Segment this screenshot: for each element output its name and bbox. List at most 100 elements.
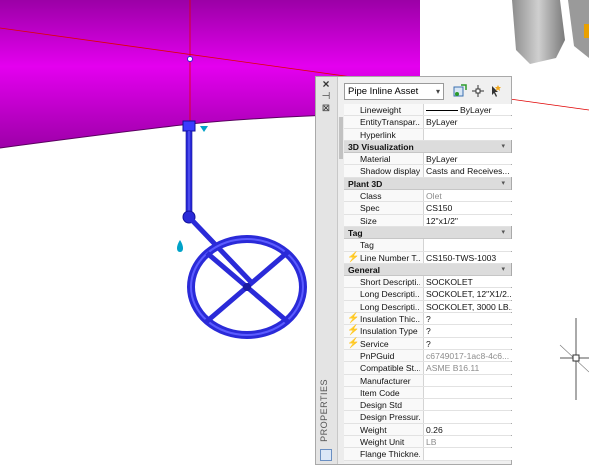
grip-triangle-icon[interactable]	[200, 126, 208, 132]
property-row[interactable]: Class Olet	[344, 190, 512, 203]
palette-titlebar[interactable]: × ⊣ ⊠ PROPERTIES	[316, 77, 338, 464]
toggle-pickadd-icon[interactable]	[453, 84, 467, 98]
property-value[interactable]: SOCKOLET	[423, 276, 512, 288]
grey-fitting[interactable]	[512, 0, 565, 64]
property-value[interactable]: Casts and Receives...	[423, 165, 512, 177]
property-value-text: 0.26	[426, 424, 443, 435]
property-value[interactable]: ByLayer	[423, 116, 512, 128]
property-label: Material	[360, 154, 391, 165]
property-row[interactable]: Long Descripti... SOCKOLET, 12"X1/2...	[344, 288, 512, 301]
property-value-text: ?	[426, 338, 431, 349]
grip-drop-icon[interactable]	[177, 240, 183, 252]
property-label: Spec	[360, 203, 380, 214]
property-row[interactable]: Hyperlink	[344, 128, 512, 141]
property-value-text: ?	[426, 314, 431, 325]
category-header[interactable]: 3D Visualization ▾	[344, 140, 511, 154]
property-row[interactable]: Design Pressur...	[344, 411, 512, 424]
property-label: Compatible St...	[360, 363, 420, 374]
property-value[interactable]: 12"x1/2"	[423, 214, 512, 226]
lightning-icon: ⚡	[347, 313, 360, 325]
property-value[interactable]: ?	[423, 325, 512, 337]
property-value[interactable]: 0.26	[423, 423, 512, 436]
property-value[interactable]: ByLayer	[423, 104, 512, 116]
property-label: Service	[360, 338, 389, 349]
property-value-text: CS150	[426, 203, 453, 214]
property-value-text: ASME B16.11	[426, 363, 480, 374]
property-row[interactable]: Short Descripti... SOCKOLET	[344, 276, 512, 289]
valve-assembly[interactable]	[182, 120, 307, 339]
property-value[interactable]	[423, 374, 512, 386]
property-row[interactable]: Item Code	[344, 386, 512, 400]
object-type-dropdown[interactable]: Pipe Inline Asset ▾	[344, 83, 444, 100]
property-value[interactable]: Olet	[423, 190, 512, 202]
property-value[interactable]: CS150-TWS-1003	[423, 251, 512, 263]
property-value[interactable]: ?	[423, 313, 512, 325]
property-label: EntityTranspar...	[360, 117, 420, 128]
select-objects-icon[interactable]	[471, 84, 485, 98]
autohide-icon[interactable]: ⊣	[320, 91, 332, 102]
property-row[interactable]: Spec CS150	[344, 202, 512, 215]
property-row[interactable]: Tag	[344, 239, 512, 252]
chevron-down-icon[interactable]: ▾	[501, 178, 505, 190]
chevron-down-icon[interactable]: ▾	[501, 227, 505, 239]
property-value[interactable]: SOCKOLET, 12"X1/2...	[423, 288, 512, 300]
property-row[interactable]: Size 12"x1/2"	[344, 214, 512, 227]
category-label: Tag	[348, 227, 363, 238]
property-value[interactable]: LB	[423, 436, 512, 448]
property-value-text: ByLayer	[460, 105, 492, 115]
property-label: Long Descripti...	[360, 289, 420, 300]
property-label: Tag	[360, 240, 374, 251]
property-label: Weight Unit	[360, 437, 405, 448]
property-value[interactable]: c6749017-1ac8-4c6...	[423, 349, 512, 362]
property-label: Insulation Type	[360, 326, 418, 337]
property-row[interactable]: ⚡ Service?	[344, 337, 512, 350]
property-row[interactable]: Compatible St... ASME B16.11	[344, 362, 512, 375]
property-value-text: Olet	[426, 191, 442, 202]
category-header[interactable]: General ▾	[344, 263, 511, 277]
property-row[interactable]: Material ByLayer	[344, 153, 512, 166]
properties-menu-icon[interactable]: ⊠	[320, 103, 332, 114]
property-value[interactable]: ByLayer	[423, 153, 512, 165]
property-row[interactable]: ⚡ Insulation Thic...?	[344, 313, 512, 326]
property-row[interactable]: PnPGuid c6749017-1ac8-4c6...	[344, 349, 512, 363]
property-row[interactable]: Weight 0.26	[344, 423, 512, 437]
lineweight-sample	[426, 110, 458, 112]
property-row[interactable]: Shadow display Casts and Receives...	[344, 165, 512, 178]
property-row[interactable]: ⚡ Line Number T... CS150-TWS-1003	[344, 251, 512, 264]
property-label: Manufacturer	[360, 375, 411, 386]
property-value[interactable]	[423, 239, 512, 251]
property-label: Insulation Thic...	[360, 314, 420, 325]
lightning-icon: ⚡	[347, 325, 360, 337]
property-value[interactable]: ?	[423, 337, 512, 349]
scrollbar-thumb[interactable]	[339, 117, 343, 159]
quickcalc-icon[interactable]	[320, 449, 332, 461]
property-value[interactable]	[423, 399, 512, 411]
property-label: Size	[360, 215, 377, 226]
property-value[interactable]	[423, 448, 512, 460]
category-label: General	[348, 264, 381, 275]
chevron-down-icon[interactable]: ▾	[501, 264, 505, 276]
chevron-down-icon[interactable]: ▾	[501, 141, 505, 153]
property-label: Lineweight	[360, 105, 402, 115]
property-value[interactable]: ASME B16.11	[423, 362, 512, 374]
property-row[interactable]: Flange Thickne...	[344, 448, 512, 461]
property-value[interactable]: SOCKOLET, 3000 LB...	[423, 300, 512, 313]
property-label: Short Descripti...	[360, 277, 420, 288]
property-row[interactable]: ⚡ Insulation Type?	[344, 325, 512, 338]
category-header[interactable]: Plant 3D ▾	[344, 177, 511, 191]
property-label: Flange Thickne...	[360, 449, 420, 460]
category-header[interactable]: Tag ▾	[344, 226, 511, 240]
property-row[interactable]: Lineweight ByLayer	[344, 104, 512, 117]
property-value[interactable]	[423, 128, 512, 140]
palette-title: PROPERTIES	[319, 379, 329, 442]
property-value[interactable]	[423, 386, 512, 399]
quick-select-icon[interactable]	[488, 84, 502, 98]
property-row[interactable]: Long Descripti... SOCKOLET, 3000 LB...	[344, 300, 512, 314]
property-row[interactable]: Manufacturer	[344, 374, 512, 387]
property-row[interactable]: EntityTranspar... ByLayer	[344, 116, 512, 129]
property-row[interactable]: Weight Unit LB	[344, 436, 512, 449]
property-value[interactable]: CS150	[423, 202, 512, 214]
property-row[interactable]: Design Std	[344, 399, 512, 412]
close-icon[interactable]: ×	[320, 78, 332, 90]
property-value[interactable]	[423, 411, 512, 423]
